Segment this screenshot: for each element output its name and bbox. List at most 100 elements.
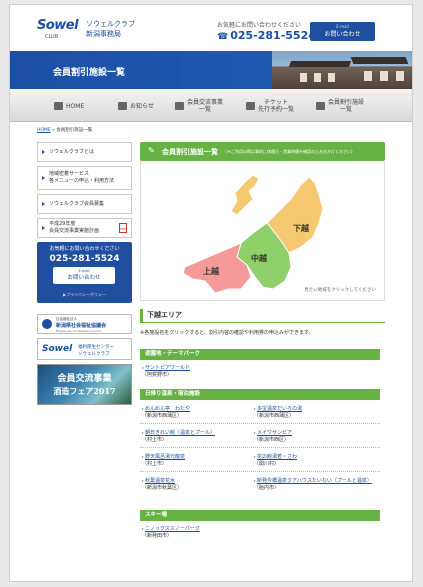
facility-location: （村上市） (142, 461, 168, 467)
facility-link[interactable]: めんめん亭 わたや (145, 406, 190, 412)
banner-title: 会員割引施設一覧 (53, 68, 126, 78)
banner-text: Niigata Social Welfare Council (56, 329, 101, 333)
facility-location: （新潟市秋葉区） (142, 485, 183, 491)
sowel-logo[interactable]: Sowel CLUB (37, 18, 81, 44)
ticket-icon (246, 102, 255, 110)
facility-item: ▸多宝温泉だいろの湯 （新潟市西蒲区） (254, 405, 302, 420)
facility-link[interactable]: ニノックススノーパーク (145, 526, 200, 532)
nav-label: お知らせ (130, 102, 154, 110)
sidebar-item-membership[interactable]: ソウェルクラブ会員募集 (37, 194, 132, 214)
sidebar-item-label: ソウェルクラブとは (49, 148, 95, 155)
sidebar-item-plan[interactable]: 平成29年度 会員交流事業実施計画 PDF (37, 218, 132, 238)
header-phone: ☎ 025-281-5524 (217, 29, 316, 42)
banner-sake-fair[interactable]: 会員交流事業 酒造フェア2017 (37, 364, 132, 405)
category-header: スキー場 (140, 510, 380, 521)
banner-text: 新潟県社会福祉協議会 (56, 323, 107, 329)
home-icon (54, 102, 63, 110)
area-note: ※各施設名をクリックすると、割引内容の確認や利用券の申込みができます。 (140, 330, 314, 336)
arrow-icon: ▸ (142, 430, 145, 435)
region-label-chuetsu: 中越 (251, 253, 268, 263)
breadcrumb-home[interactable]: HOME (37, 128, 51, 133)
nav-news[interactable]: お知らせ (118, 95, 154, 117)
facility-link[interactable]: 朝日きれい館（温泉とプール） (145, 430, 215, 436)
nav-home[interactable]: HOME (54, 95, 84, 117)
divider (140, 471, 380, 472)
facility-link[interactable]: 多宝温泉だいろの湯 (257, 406, 302, 412)
nav-label: チケット 先行予約一覧 (258, 99, 295, 113)
breadcrumb-sep: » (52, 128, 55, 133)
facility-location: （新発田市） (142, 533, 173, 539)
map-header-note: （＊ご利用の際は事前に休館日・営業時間を確認の上お出かけください） (223, 149, 355, 154)
region-map: 下越 中越 上越 見たい地域をクリックしてください (140, 161, 385, 301)
region-label-joetsu: 上越 (203, 266, 220, 276)
facility-location: （関川村） (254, 461, 280, 467)
contact-note: お気軽にお問い合わせください (217, 22, 302, 29)
facility-link[interactable]: 野天風呂湯元龍泉 (145, 454, 185, 460)
category-header: 遊園地・テーマパーク (140, 349, 380, 360)
facility-item: ▸めんめん亭 わたや （新潟市西蒲区） (142, 405, 190, 420)
facility-location: （新潟市西区） (254, 437, 290, 443)
nav-exchange[interactable]: 会員交流事業 一覧 (175, 95, 223, 117)
nav-label: 会員割引施設 一覧 (328, 99, 365, 113)
exchange-icon (175, 102, 184, 110)
sidebar-phone: 025-281-5524 (49, 254, 120, 264)
nav-label: 会員交流事業 一覧 (187, 99, 224, 113)
arrow-icon: ▸ (142, 406, 145, 411)
arrow-icon: ▸ (254, 454, 257, 459)
header-contact-button[interactable]: E-mail お問い合わせ (310, 22, 375, 41)
map-header: ✎ 会員割引施設一覧 （＊ご利用の際は事前に休館日・営業時間を確認の上お出かけく… (140, 142, 385, 161)
site-header: Sowel CLUB ソウェルクラブ 新潟事務局 お気軽にお問い合わせください … (10, 5, 412, 51)
banner-niigata-welfare[interactable]: 社会福祉法人 新潟県社会福祉協議会 Niigata Social Welfare… (37, 314, 132, 334)
facility-item: ▸新発今橋温泉クアハウスたいない（プールと温泉） （胎内市） (254, 477, 378, 492)
sowel-logo-icon: Sowel (42, 344, 73, 354)
facility-location: （新潟市西蒲区） (142, 413, 183, 419)
page-banner: 会員割引施設一覧 (10, 51, 412, 89)
facility-link[interactable]: サントピアワールド (145, 365, 190, 371)
sidebar-contact-note: お気軽にお問い合わせください (49, 246, 120, 252)
arrow-icon: ▸ (142, 478, 145, 483)
sidebar-contact-button[interactable]: E-mail お問い合わせ (53, 267, 115, 284)
nav-discount[interactable]: 会員割引施設 一覧 (316, 95, 364, 117)
facility-location: （胎内市） (254, 485, 280, 491)
banner-sowel-center[interactable]: Sowel 福利厚生センター ソウェルクラブ (37, 338, 132, 360)
facility-item: ▸花の館湯若・さわ （関川村） (254, 453, 297, 468)
sidebar-item-label: ソウェルクラブ会員募集 (49, 200, 105, 207)
nav-label: HOME (66, 102, 85, 110)
arrow-icon: ▸ (254, 478, 257, 483)
divider (140, 423, 380, 424)
leaf-icon: ✎ (148, 146, 155, 155)
sidebar-item-about[interactable]: ソウェルクラブとは (37, 142, 132, 162)
category-header: 日帰り温泉・宿泊施設 (140, 389, 380, 400)
area-title: 下越エリア (140, 309, 385, 323)
facility-link[interactable]: 秋葉温泉花水 (145, 478, 175, 484)
notice-icon (118, 102, 127, 110)
contact-button-label: お問い合わせ (67, 275, 101, 281)
discount-icon (316, 102, 325, 110)
phone-icon: ☎ (217, 32, 229, 42)
email-small-label: E-mail (336, 24, 349, 29)
logo-sub: CLUB (45, 34, 59, 40)
privacy-policy-link[interactable]: ▶プライバシーポリシー (37, 292, 132, 298)
facility-link[interactable]: 花の館湯若・さわ (257, 454, 297, 460)
nav-ticket[interactable]: チケット 先行予約一覧 (246, 95, 294, 117)
facility-location: （新潟市西蒲区） (254, 413, 295, 419)
facility-link[interactable]: メイワサンピア (257, 430, 292, 436)
page: Sowel CLUB ソウェルクラブ 新潟事務局 お気軽にお問い合わせください … (9, 4, 413, 582)
sidebar-contact: お気軽にお問い合わせください 025-281-5524 E-mail お問い合わ… (37, 242, 132, 303)
pdf-icon: PDF (119, 223, 127, 233)
facility-item: ▸野天風呂湯元龍泉 （村上市） (142, 453, 185, 468)
sidebar-item-services[interactable]: 地域密着サービス 各メニューの申込・利用方法 (37, 166, 132, 190)
sado-island-region[interactable] (230, 174, 260, 216)
sidebar-item-label: 地域密着サービス 各メニューの申込・利用方法 (49, 171, 115, 184)
arrow-icon: ▸ (254, 406, 257, 411)
facility-location: （阿賀野市） (142, 372, 173, 378)
banner-text: 酒造フェア2017 (53, 386, 116, 396)
brand-name: ソウェルクラブ (86, 20, 135, 28)
facility-item: ▸メイワサンピア （新潟市西区） (254, 429, 292, 444)
facility-location: （村上市） (142, 437, 168, 443)
arrow-icon: ▸ (254, 430, 257, 435)
facility-link[interactable]: 新発今橋温泉クアハウスたいない（プールと温泉） (257, 478, 372, 484)
contact-button-label: お問い合わせ (324, 31, 361, 38)
map-hint: 見たい地域をクリックしてください (304, 288, 376, 293)
arrow-icon: ▸ (142, 454, 145, 459)
